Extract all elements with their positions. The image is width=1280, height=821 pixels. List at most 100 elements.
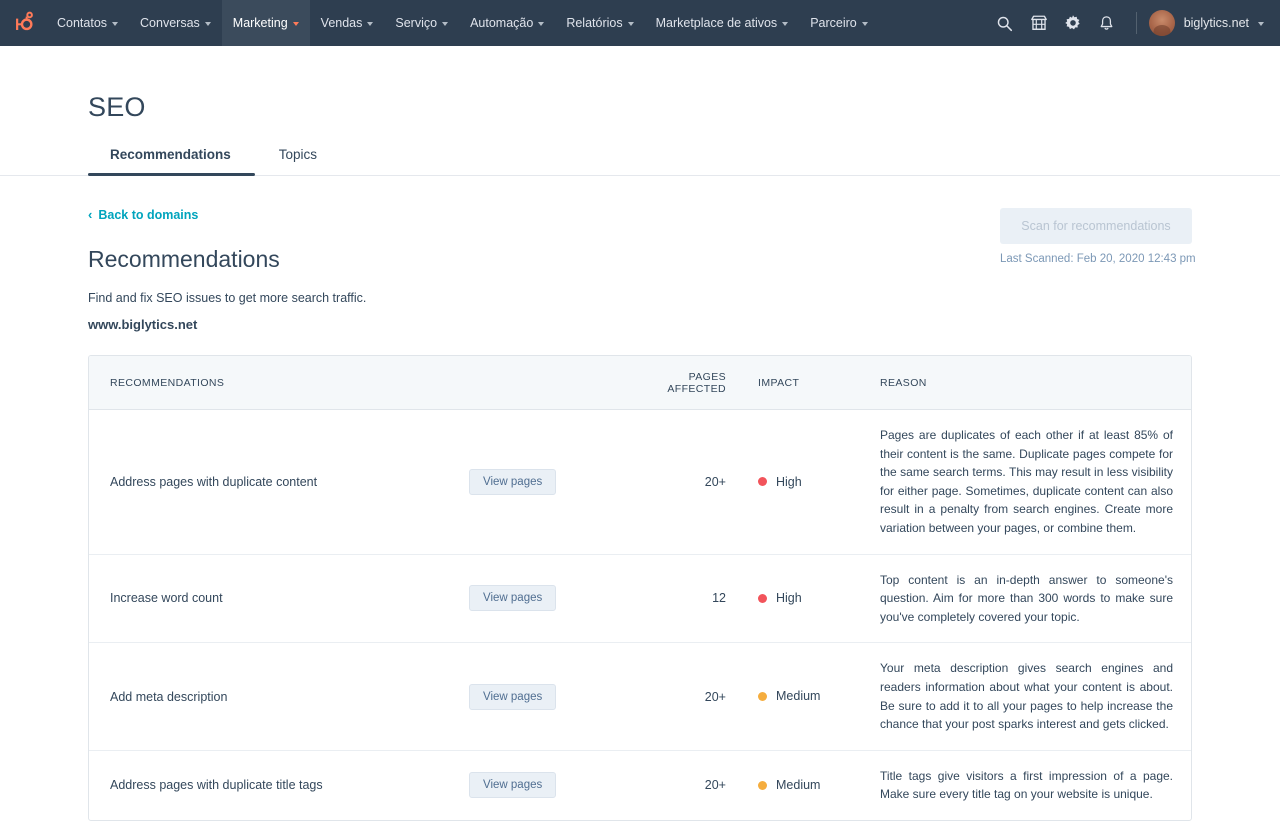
chevron-left-icon: ‹ [88,208,92,221]
impact-cell: High [744,554,872,643]
nav-divider [1136,12,1137,34]
chevron-down-icon [442,22,448,26]
recommendation-name: Address pages with duplicate title tags [89,750,469,820]
marketplace-icon[interactable] [1022,0,1056,46]
nav-item-automacao[interactable]: Automação [459,0,555,46]
view-pages-button[interactable]: View pages [469,469,556,495]
recommendation-action-cell: View pages [469,410,644,555]
status-badge: High [758,475,802,489]
recommendation-action-cell: View pages [469,643,644,750]
tab-recommendations[interactable]: Recommendations [88,141,255,175]
nav-item-conversas[interactable]: Conversas [129,0,222,46]
page-title: SEO [88,46,1280,123]
table-header-row: RECOMMENDATIONS PAGES AFFECTED IMPACT RE… [89,356,1191,410]
column-header-reason: REASON [872,356,1191,410]
chevron-down-icon [782,22,788,26]
column-header-recommendations: RECOMMENDATIONS [89,356,469,410]
main-menu: Contatos Conversas Marketing Vendas Serv… [46,0,879,46]
table-row: Address pages with duplicate content Vie… [89,410,1191,555]
account-name: biglytics.net [1184,16,1249,30]
nav-item-marketplace-de-ativos[interactable]: Marketplace de ativos [645,0,800,46]
chevron-down-icon [862,22,868,26]
main-content: Scan for recommendations Last Scanned: F… [0,176,1280,821]
nav-item-label: Marketing [233,16,288,30]
impact-cell: Medium [744,750,872,820]
recommendation-name: Address pages with duplicate content [89,410,469,555]
pages-affected-value: 20+ [644,643,744,750]
nav-item-label: Marketplace de ativos [656,16,778,30]
impact-label: High [776,591,802,605]
view-pages-button[interactable]: View pages [469,772,556,798]
scan-block: Scan for recommendations Last Scanned: F… [1000,208,1192,265]
nav-item-servico[interactable]: Serviço [384,0,459,46]
nav-item-marketing[interactable]: Marketing [222,0,310,46]
table-row: Increase word count View pages 12 High T… [89,554,1191,643]
nav-item-contatos[interactable]: Contatos [46,0,129,46]
chevron-down-icon [538,22,544,26]
account-menu[interactable]: biglytics.net [1149,10,1264,36]
table-body: Address pages with duplicate content Vie… [89,410,1191,820]
recommendations-table: RECOMMENDATIONS PAGES AFFECTED IMPACT RE… [88,355,1192,821]
back-to-domains-link[interactable]: ‹ Back to domains [88,208,198,222]
recommendation-action-cell: View pages [469,750,644,820]
reason-text: Pages are duplicates of each other if at… [872,410,1191,555]
last-scanned-label: Last Scanned: Feb 20, 2020 12:43 pm [1000,253,1192,265]
nav-item-label: Automação [470,16,533,30]
tab-label: Topics [279,147,317,162]
page-header: SEO Recommendations Topics [0,46,1280,176]
avatar [1149,10,1175,36]
pages-affected-value: 20+ [644,410,744,555]
impact-label: Medium [776,778,820,792]
chevron-down-icon [1258,22,1264,26]
column-header-actions [469,356,644,410]
search-icon[interactable] [988,0,1022,46]
impact-label: Medium [776,689,820,703]
notifications-bell-icon[interactable] [1090,0,1124,46]
chevron-down-icon [628,22,634,26]
nav-item-relatorios[interactable]: Relatórios [555,0,644,46]
tab-topics[interactable]: Topics [255,141,341,175]
gear-icon[interactable] [1056,0,1090,46]
top-navigation-bar: Contatos Conversas Marketing Vendas Serv… [0,0,1280,46]
scan-for-recommendations-button[interactable]: Scan for recommendations [1000,208,1192,244]
domain-name: www.biglytics.net [88,317,1192,332]
pages-affected-value: 12 [644,554,744,643]
section-subtitle: Find and fix SEO issues to get more sear… [88,291,1192,305]
impact-dot-icon [758,692,767,701]
status-badge: Medium [758,778,820,792]
hubspot-sprocket-logo-icon [12,10,34,37]
nav-utilities: biglytics.net [988,0,1280,46]
chevron-down-icon [293,22,299,26]
view-pages-button[interactable]: View pages [469,585,556,611]
reason-text: Title tags give visitors a first impress… [872,750,1191,820]
column-header-pages-affected: PAGES AFFECTED [644,356,744,410]
impact-dot-icon [758,594,767,603]
nav-item-label: Vendas [321,16,363,30]
recommendation-action-cell: View pages [469,554,644,643]
pages-affected-value: 20+ [644,750,744,820]
nav-item-label: Serviço [395,16,437,30]
nav-item-label: Parceiro [810,16,857,30]
back-link-label: Back to domains [98,208,198,222]
chevron-down-icon [367,22,373,26]
impact-cell: High [744,410,872,555]
impact-label: High [776,475,802,489]
impact-dot-icon [758,781,767,790]
impact-dot-icon [758,477,767,486]
chevron-down-icon [205,22,211,26]
reason-text: Your meta description gives search engin… [872,643,1191,750]
tab-bar: Recommendations Topics [88,141,1280,175]
recommendation-name: Add meta description [89,643,469,750]
recommendation-name: Increase word count [89,554,469,643]
column-header-impact: IMPACT [744,356,872,410]
chevron-down-icon [112,22,118,26]
hubspot-logo-link[interactable] [0,0,46,46]
view-pages-button[interactable]: View pages [469,684,556,710]
nav-item-label: Conversas [140,16,200,30]
table-row: Address pages with duplicate title tags … [89,750,1191,820]
nav-item-parceiro[interactable]: Parceiro [799,0,879,46]
status-badge: High [758,591,802,605]
nav-item-vendas[interactable]: Vendas [310,0,385,46]
status-badge: Medium [758,689,820,703]
impact-cell: Medium [744,643,872,750]
